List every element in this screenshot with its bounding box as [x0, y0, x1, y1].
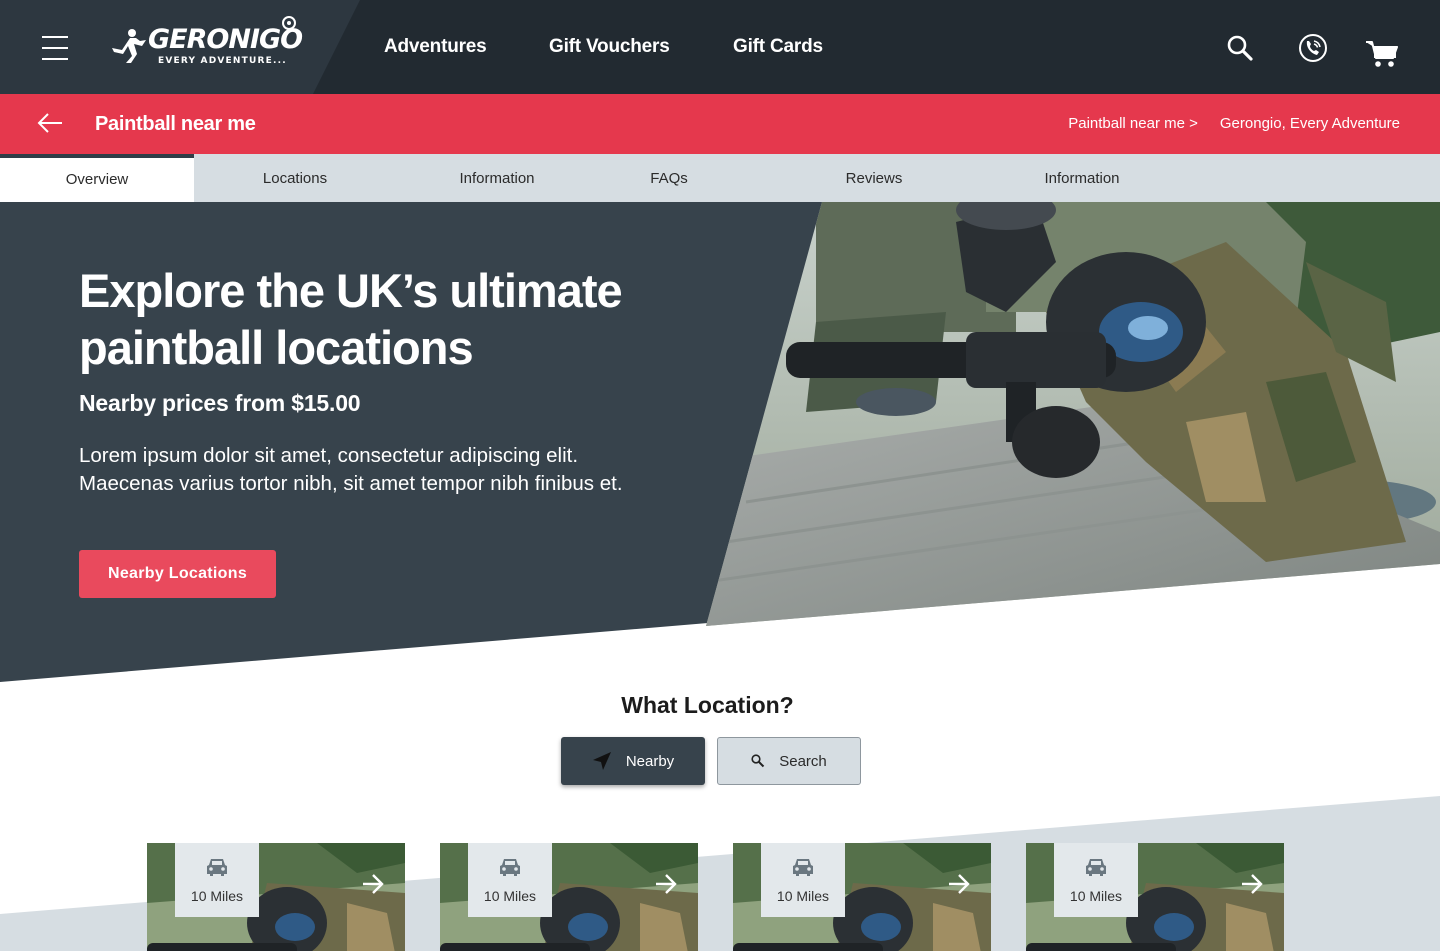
- arrow-right-icon[interactable]: [361, 873, 385, 895]
- location-card-1[interactable]: 10 Miles: [147, 843, 405, 951]
- top-header: GERONIGO EVERY ADVENTURE... Adventures G…: [0, 0, 1440, 94]
- location-card-4[interactable]: 10 Miles: [1026, 843, 1284, 951]
- tab-faqs[interactable]: FAQs: [609, 154, 729, 202]
- logo-figure-icon: [112, 29, 146, 63]
- tab-information[interactable]: Information: [417, 154, 577, 202]
- paintball-player-illustration: [706, 202, 1440, 626]
- menu-icon[interactable]: [42, 36, 68, 60]
- distance-badge: 10 Miles: [175, 843, 259, 917]
- arrow-right-icon[interactable]: [947, 873, 971, 895]
- location-card-3[interactable]: 10 Miles: [733, 843, 991, 951]
- distance-label: 10 Miles: [1069, 888, 1123, 904]
- phone-icon[interactable]: [1298, 33, 1328, 63]
- brand-logo[interactable]: GERONIGO EVERY ADVENTURE...: [108, 12, 303, 72]
- back-arrow-icon[interactable]: [36, 111, 64, 135]
- distance-label: 10 Miles: [483, 888, 537, 904]
- nearby-locations-button[interactable]: Nearby Locations: [79, 550, 276, 598]
- hero-price: Nearby prices from $15.00: [79, 390, 361, 416]
- hero-description: Lorem ipsum dolor sit amet, consectetur …: [79, 444, 623, 495]
- distance-label: 10 Miles: [190, 888, 244, 904]
- hero-heading: Explore the UK’s ultimate paintball loca…: [79, 264, 623, 374]
- logo-wordmark: GERONIGO: [148, 24, 303, 55]
- cart-icon[interactable]: [1366, 40, 1398, 68]
- car-icon: [1086, 859, 1106, 876]
- tab-information-2[interactable]: Information: [1002, 154, 1162, 202]
- breadcrumb: Paintball near me > Gerongio, Every Adve…: [1068, 115, 1400, 132]
- tab-reviews[interactable]: Reviews: [814, 154, 934, 202]
- nav-gift-cards[interactable]: Gift Cards: [733, 36, 823, 58]
- breadcrumb-item-paintball[interactable]: Paintball near me >: [1068, 115, 1198, 132]
- hero-image: [706, 202, 1440, 626]
- breadcrumb-item-home[interactable]: Gerongio, Every Adventure: [1220, 115, 1400, 132]
- distance-badge: 10 Miles: [468, 843, 552, 917]
- section-tabs: Overview Locations Information FAQs Revi…: [0, 154, 1440, 202]
- car-icon: [207, 859, 227, 876]
- search-icon: [751, 754, 765, 768]
- nearby-button[interactable]: Nearby: [561, 737, 705, 785]
- tab-locations[interactable]: Locations: [215, 154, 375, 202]
- arrow-right-icon[interactable]: [654, 873, 678, 895]
- arrow-right-icon[interactable]: [1240, 873, 1264, 895]
- distance-badge: 10 Miles: [1054, 843, 1138, 917]
- search-icon[interactable]: [1227, 35, 1253, 61]
- page-title-bar: Paintball near me Paintball near me > Ge…: [0, 94, 1440, 154]
- search-button[interactable]: Search: [717, 737, 861, 785]
- distance-label: 10 Miles: [776, 888, 830, 904]
- car-icon: [793, 859, 813, 876]
- location-heading: What Location?: [621, 692, 794, 718]
- car-icon: [500, 859, 520, 876]
- location-card-2[interactable]: 10 Miles: [440, 843, 698, 951]
- tab-overview[interactable]: Overview: [0, 154, 194, 202]
- navigation-arrow-icon: [592, 752, 611, 770]
- nearby-button-label: Nearby: [625, 752, 675, 770]
- logo-tagline: EVERY ADVENTURE...: [158, 56, 287, 66]
- logo-swirl-icon: [282, 16, 296, 30]
- search-button-label: Search: [779, 752, 827, 770]
- nav-adventures[interactable]: Adventures: [384, 36, 487, 58]
- nav-gift-vouchers[interactable]: Gift Vouchers: [549, 36, 670, 58]
- distance-badge: 10 Miles: [761, 843, 845, 917]
- page-title: Paintball near me: [95, 113, 256, 135]
